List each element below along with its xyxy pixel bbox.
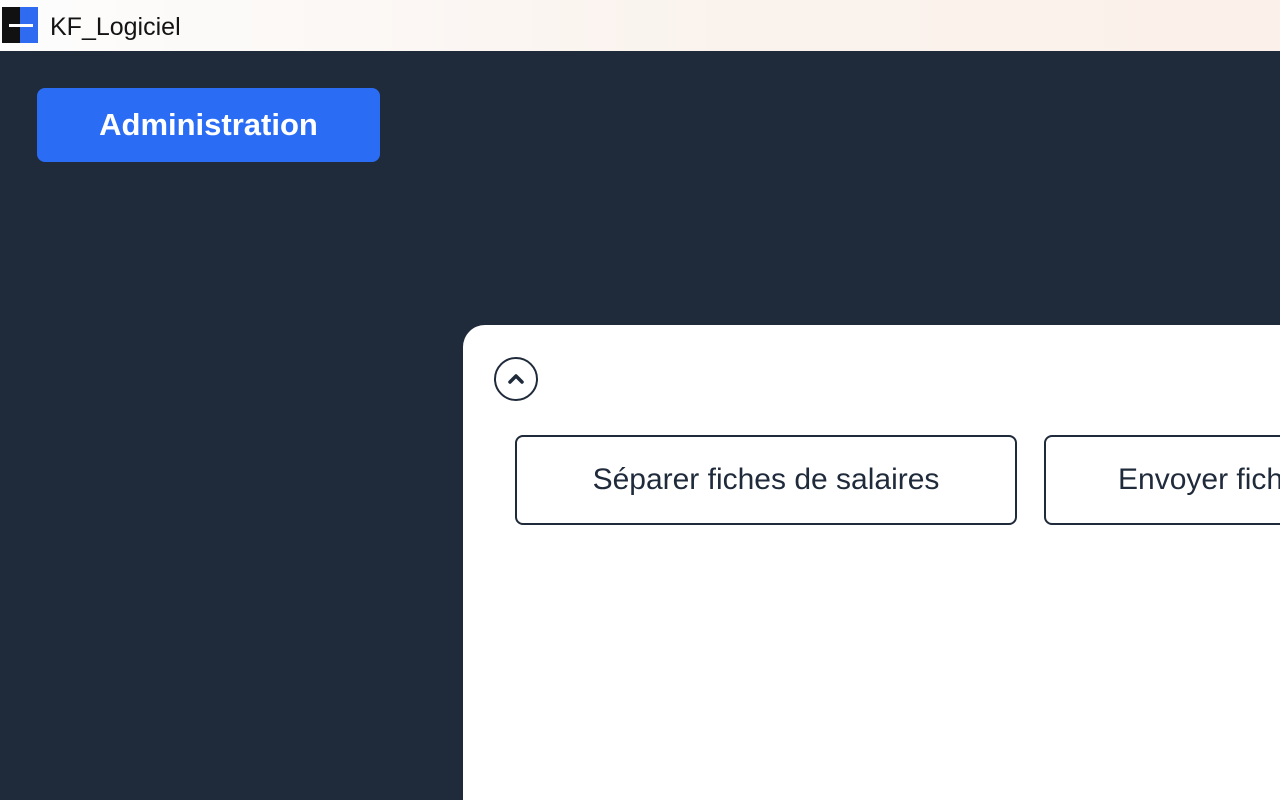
collapse-panel-button[interactable] [494,357,538,401]
envoyer-fiches-button[interactable]: Envoyer fich [1044,435,1280,525]
window-title: KF_Logiciel [50,13,181,41]
window-titlebar: KF_Logiciel [0,0,1280,51]
administration-button[interactable]: Administration [37,88,380,162]
separer-fiches-button[interactable]: Séparer fiches de salaires [515,435,1017,525]
app-logo-icon [2,7,38,43]
actions-panel [463,325,1280,800]
chevron-up-icon [508,374,524,384]
